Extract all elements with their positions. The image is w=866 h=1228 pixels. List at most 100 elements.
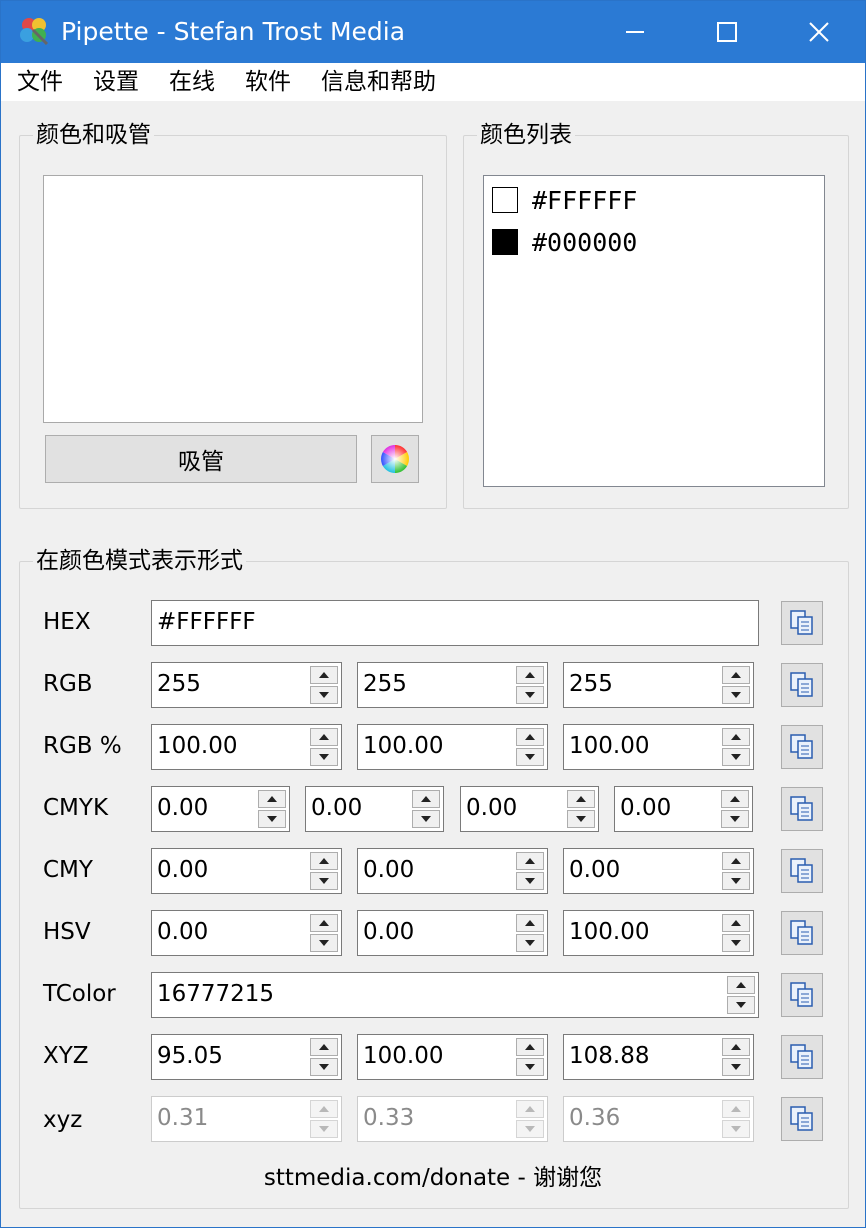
spin-down-button[interactable] bbox=[727, 996, 755, 1014]
menu-bar: 文件 设置 在线 软件 信息和帮助 bbox=[1, 63, 865, 101]
hsv-h-input[interactable]: 0.00 bbox=[151, 910, 342, 956]
spin-up-button[interactable] bbox=[722, 1038, 750, 1056]
spin-down-button[interactable] bbox=[721, 810, 749, 828]
menu-info-help[interactable]: 信息和帮助 bbox=[321, 67, 436, 97]
rgb-r-input[interactable]: 255 bbox=[151, 662, 342, 708]
arrow-up-icon bbox=[736, 982, 746, 988]
hsv-v-input[interactable]: 100.00 bbox=[563, 910, 754, 956]
copy-icon bbox=[790, 610, 813, 635]
arrow-up-icon bbox=[576, 796, 586, 802]
spin-up-button[interactable] bbox=[310, 914, 338, 932]
spin-up-button[interactable] bbox=[516, 1038, 544, 1056]
arrow-down-icon bbox=[525, 1064, 535, 1070]
xyz-x-input[interactable]: 95.05 bbox=[151, 1034, 342, 1080]
cmyk-m-input[interactable]: 0.00 bbox=[305, 786, 444, 832]
copy-cmyk-button[interactable] bbox=[781, 787, 823, 831]
spin-down-button[interactable] bbox=[310, 872, 338, 890]
copy-xyz-lower-button[interactable] bbox=[781, 1097, 823, 1141]
arrow-up-icon bbox=[731, 1106, 741, 1112]
copy-rgb-button[interactable] bbox=[781, 663, 823, 707]
spin-up-button[interactable] bbox=[722, 852, 750, 870]
spin-down-button[interactable] bbox=[310, 1058, 338, 1076]
spin-down-button[interactable] bbox=[516, 934, 544, 952]
spin-down-button[interactable] bbox=[722, 934, 750, 952]
arrow-down-icon bbox=[731, 1064, 741, 1070]
cmyk-c-input[interactable]: 0.00 bbox=[151, 786, 290, 832]
spin-down-button[interactable] bbox=[412, 810, 440, 828]
spin-up-button[interactable] bbox=[310, 1038, 338, 1056]
spin-up-button[interactable] bbox=[516, 914, 544, 932]
spin-down-button[interactable] bbox=[516, 748, 544, 766]
menu-software[interactable]: 软件 bbox=[245, 67, 291, 97]
copy-rgb-percent-button[interactable] bbox=[781, 725, 823, 769]
spin-up-button[interactable] bbox=[516, 666, 544, 684]
cmyk-y-input[interactable]: 0.00 bbox=[460, 786, 599, 832]
rgb-g-input[interactable]: 255 bbox=[357, 662, 548, 708]
spin-up-button[interactable] bbox=[258, 790, 286, 808]
xyz-z-input[interactable]: 108.88 bbox=[563, 1034, 754, 1080]
maximize-button[interactable] bbox=[681, 1, 773, 63]
pipette-window: Pipette - Stefan Trost Media 文件 设置 在线 软件… bbox=[0, 0, 866, 1228]
list-item[interactable]: #000000 bbox=[492, 224, 637, 260]
spin-down-button[interactable] bbox=[567, 810, 595, 828]
arrow-down-icon bbox=[731, 878, 741, 884]
menu-settings[interactable]: 设置 bbox=[93, 67, 139, 97]
xyz-y-input[interactable]: 100.00 bbox=[357, 1034, 548, 1080]
copy-tcolor-button[interactable] bbox=[781, 973, 823, 1017]
spin-down-button[interactable] bbox=[722, 1058, 750, 1076]
spin-up-button[interactable] bbox=[727, 976, 755, 994]
spin-down-button[interactable] bbox=[516, 872, 544, 890]
spin-up-button[interactable] bbox=[516, 728, 544, 746]
spin-up-button[interactable] bbox=[310, 666, 338, 684]
tcolor-input[interactable]: 16777215 bbox=[151, 972, 759, 1018]
spin-down-button[interactable] bbox=[310, 934, 338, 952]
spin-down-button[interactable] bbox=[722, 686, 750, 704]
spinner bbox=[516, 666, 544, 704]
menu-file[interactable]: 文件 bbox=[17, 67, 63, 97]
cmy-label: CMY bbox=[43, 857, 93, 883]
spin-down-button[interactable] bbox=[722, 872, 750, 890]
spin-down-button[interactable] bbox=[516, 1058, 544, 1076]
spin-up-button[interactable] bbox=[721, 790, 749, 808]
spin-up-button[interactable] bbox=[412, 790, 440, 808]
arrow-up-icon bbox=[731, 672, 741, 678]
list-item[interactable]: #FFFFFF bbox=[492, 182, 637, 218]
rgb-percent-b-input[interactable]: 100.00 bbox=[563, 724, 754, 770]
rgb-percent-r-input[interactable]: 100.00 bbox=[151, 724, 342, 770]
cmy-m-input[interactable]: 0.00 bbox=[357, 848, 548, 894]
donate-link[interactable]: sttmedia.com/donate - 谢谢您 bbox=[1, 1163, 865, 1193]
copy-hsv-button[interactable] bbox=[781, 911, 823, 955]
spin-up-button[interactable] bbox=[722, 728, 750, 746]
color-dialog-button[interactable] bbox=[371, 435, 419, 483]
spin-down-button[interactable] bbox=[258, 810, 286, 828]
rgb-b-input[interactable]: 255 bbox=[563, 662, 754, 708]
xyz-lower-z-input: 0.36 bbox=[563, 1096, 754, 1142]
spin-up-button[interactable] bbox=[310, 852, 338, 870]
hex-input[interactable]: #FFFFFF bbox=[151, 600, 759, 646]
arrow-up-icon bbox=[267, 796, 277, 802]
copy-xyz-upper-button[interactable] bbox=[781, 1035, 823, 1079]
color-list[interactable]: #FFFFFF #000000 bbox=[483, 175, 825, 487]
cmy-c-input[interactable]: 0.00 bbox=[151, 848, 342, 894]
close-button[interactable] bbox=[773, 1, 865, 63]
hsv-s-input[interactable]: 0.00 bbox=[357, 910, 548, 956]
title-bar[interactable]: Pipette - Stefan Trost Media bbox=[1, 1, 865, 63]
spin-up-button[interactable] bbox=[722, 914, 750, 932]
spin-up-button[interactable] bbox=[722, 666, 750, 684]
cmyk-k-input[interactable]: 0.00 bbox=[614, 786, 753, 832]
pipette-button[interactable]: 吸管 bbox=[45, 435, 357, 483]
spin-up-button[interactable] bbox=[567, 790, 595, 808]
rgb-percent-g-input[interactable]: 100.00 bbox=[357, 724, 548, 770]
spin-up-button[interactable] bbox=[516, 852, 544, 870]
spin-down-button[interactable] bbox=[310, 748, 338, 766]
spin-up-button[interactable] bbox=[310, 728, 338, 746]
copy-cmy-button[interactable] bbox=[781, 849, 823, 893]
minimize-button[interactable] bbox=[589, 1, 681, 63]
spin-down-button[interactable] bbox=[516, 686, 544, 704]
menu-online[interactable]: 在线 bbox=[169, 67, 215, 97]
copy-hex-button[interactable] bbox=[781, 601, 823, 645]
cmy-y-input[interactable]: 0.00 bbox=[563, 848, 754, 894]
spin-down-button[interactable] bbox=[310, 686, 338, 704]
arrow-down-icon bbox=[576, 816, 586, 822]
spin-down-button[interactable] bbox=[722, 748, 750, 766]
